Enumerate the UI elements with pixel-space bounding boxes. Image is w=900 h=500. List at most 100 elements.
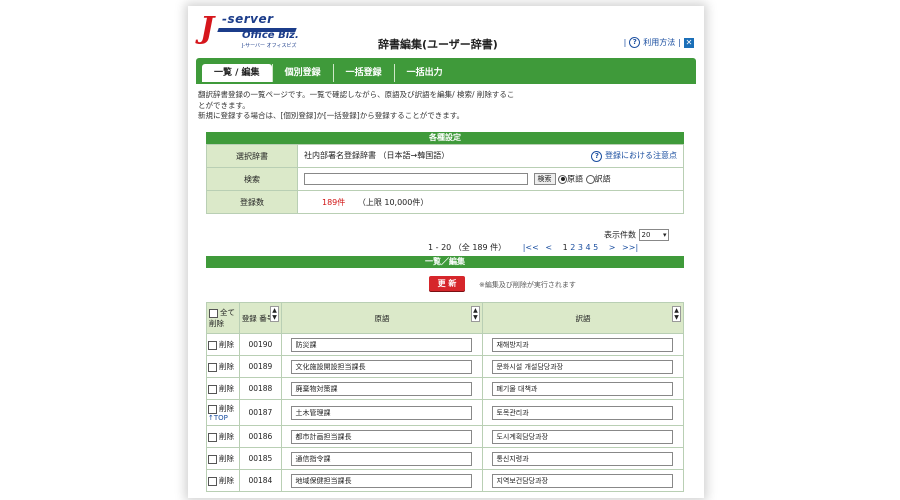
intro-line: 新規に登録する場合は、[個別登録]か[一括登録]から登録することができます。 [198, 111, 464, 120]
pager-last[interactable]: >>| [622, 243, 638, 252]
tab-individual-register[interactable]: 個別登録 [271, 64, 333, 82]
tab-bulk-export[interactable]: 一括出力 [393, 64, 455, 82]
table-row: 削除 00189 文化施設開設担当課長 문화시설 개설담당과장 [206, 355, 685, 378]
delete-cell: 削除 [206, 333, 240, 356]
delete-cell: 削除 [206, 355, 240, 378]
separator: | [623, 38, 627, 47]
delete-checkbox[interactable] [208, 362, 217, 372]
count-label: 登録数 [206, 190, 298, 214]
number-cell: 00188 [238, 377, 283, 400]
delete-checkbox[interactable] [208, 454, 217, 464]
col-source: 原語 ▲ ▼ [281, 302, 483, 334]
pager-prev[interactable]: < [545, 243, 552, 252]
delete-checkbox[interactable] [208, 384, 217, 394]
target-input[interactable]: 통신지령과 [492, 451, 674, 466]
pager-page-3[interactable]: 3 [578, 243, 583, 252]
table-row: 削除 00185 通信指令課 통신지령과 [206, 447, 685, 470]
dict-cell: 社内部署名登録辞書 （日本語→韓国語） ? 登録における注意点 [297, 144, 684, 168]
pager-next[interactable]: > [609, 243, 616, 252]
table-row: 削除 00190 防災課 재해방지과 [206, 333, 685, 356]
table-row: 削除 00186 都市計画担当課長 도시계획담당과장 [206, 425, 685, 448]
delete-cell: 削除 [206, 377, 240, 400]
source-input[interactable]: 都市計画担当課長 [291, 429, 473, 444]
logo-office: Office Biz. [242, 30, 299, 41]
target-input[interactable]: 문화시설 개설담당과장 [492, 359, 674, 374]
app-window: J -server Office Biz. J-サーバー オフィスビズ 辞書編集… [188, 6, 704, 498]
per-page: 表示件数 20 [604, 229, 669, 241]
dict-label: 選択辞書 [206, 144, 298, 168]
close-icon[interactable]: ✕ [684, 37, 694, 48]
pager: 1 - 20 （全 189 件） |<< < 1 2 3 4 5 > >>| [428, 242, 638, 253]
table-row: 削除 00184 地域保健担当課長 지역보건담당과장 [206, 469, 685, 492]
count-value: 189件 [322, 197, 346, 207]
target-input[interactable]: 토목관리과 [492, 405, 674, 420]
source-input[interactable]: 防災課 [291, 337, 473, 352]
logo-j: J [200, 11, 215, 46]
intro-text: 翻訳辞書登録の一覧ページです。一覧で確認しながら、原語及び訳語を編集/ 検索/ … [198, 90, 558, 122]
page-header: J -server Office Biz. J-サーバー オフィスビズ 辞書編集… [196, 6, 696, 58]
sort-target-icon[interactable]: ▲ ▼ [672, 306, 681, 322]
pager-range: 1 - 20 （全 189 件） [428, 243, 507, 252]
source-input[interactable]: 土木管理課 [291, 405, 473, 420]
search-button[interactable]: 検索 [533, 173, 556, 185]
intro-line: とができます。 [198, 100, 250, 110]
sort-number-icon[interactable]: ▲ ▼ [270, 306, 279, 322]
update-button[interactable]: 更 新 [429, 276, 465, 291]
sort-source-icon[interactable]: ▲ ▼ [470, 306, 480, 322]
tab-bulk-register[interactable]: 一括登録 [332, 64, 394, 82]
number-cell: 00184 [238, 469, 283, 492]
table-row: 削除 00188 廃棄物対策課 폐기물 대책과 [206, 377, 685, 400]
search-cell: 検索 原語 訳語 [297, 167, 684, 191]
col-all-delete: 全て 削除 [206, 302, 240, 334]
separator: | [678, 38, 681, 47]
radio-target[interactable] [585, 174, 595, 184]
tab-list-edit[interactable]: 一覧 / 編集 [202, 64, 272, 82]
number-cell: 00186 [238, 425, 283, 448]
delete-checkbox[interactable] [208, 340, 217, 350]
pager-page-1: 1 [562, 243, 568, 252]
help-area: | ? 利用方法 | ✕ [624, 37, 694, 48]
tab-bar: 一覧 / 編集 個別登録 一括登録 一括出力 [196, 58, 696, 84]
target-input[interactable]: 지역보건담당과장 [492, 473, 674, 488]
delete-cell: 削除 [206, 447, 240, 470]
source-input[interactable]: 地域保健担当課長 [291, 473, 473, 488]
table-row: 削除 ↑TOP 00187 土木管理課 토목관리과 [206, 399, 685, 426]
jserver-logo: J -server Office Biz. J-サーバー オフィスビズ [198, 12, 308, 50]
delete-cell: 削除 ↑TOP [206, 399, 240, 426]
target-input[interactable]: 폐기물 대책과 [492, 381, 674, 396]
pager-first[interactable]: |<< [523, 243, 539, 252]
help-link[interactable]: 利用方法 [643, 37, 675, 48]
target-input[interactable]: 도시계획담당과장 [492, 429, 674, 444]
dict-note-link[interactable]: ? 登録における注意点 [591, 150, 677, 162]
top-link[interactable]: ↑TOP [208, 414, 238, 422]
dictionary-table: 全て 削除 登録 番号 ▲ ▼ 原語 ▲ ▼ 訳語 ▲ ▼ 削除 00190 防災課 재해방… [206, 302, 685, 492]
number-cell: 00189 [238, 355, 283, 378]
radio-source[interactable] [558, 174, 568, 184]
delete-cell: 削除 [206, 469, 240, 492]
per-page-select[interactable]: 20 [638, 229, 669, 241]
logo-server: -server [222, 12, 274, 26]
number-cell: 00190 [238, 333, 283, 356]
source-input[interactable]: 文化施設開設担当課長 [291, 359, 473, 374]
source-input[interactable]: 通信指令課 [291, 451, 473, 466]
number-cell: 00185 [238, 447, 283, 470]
page-title: 辞書編集(ユーザー辞書) [378, 38, 498, 51]
search-input[interactable] [304, 173, 528, 185]
delete-checkbox[interactable] [208, 432, 217, 442]
pager-page-5[interactable]: 5 [593, 243, 598, 252]
delete-cell: 削除 [206, 425, 240, 448]
target-input[interactable]: 재해방지과 [492, 337, 674, 352]
source-input[interactable]: 廃棄物対策課 [291, 381, 473, 396]
delete-checkbox[interactable] [208, 476, 217, 486]
delete-checkbox[interactable] [208, 404, 217, 414]
settings-table: 選択辞書 社内部署名登録辞書 （日本語→韓国語） ? 登録における注意点 検索 … [206, 144, 684, 214]
logo-subtitle: J-サーバー オフィスビズ [242, 43, 297, 49]
count-cell: 189件 （上限 10,000件） [297, 190, 684, 214]
select-all-checkbox[interactable] [209, 308, 218, 318]
pager-page-4[interactable]: 4 [586, 243, 591, 252]
help-icon[interactable]: ? [629, 37, 641, 48]
page-content: J -server Office Biz. J-サーバー オフィスビズ 辞書編集… [196, 6, 696, 492]
intro-line: 翻訳辞書登録の一覧ページです。一覧で確認しながら、原語及び訳語を編集/ 検索/ … [198, 90, 515, 99]
per-page-label: 表示件数 [604, 230, 636, 240]
pager-page-2[interactable]: 2 [570, 243, 575, 252]
